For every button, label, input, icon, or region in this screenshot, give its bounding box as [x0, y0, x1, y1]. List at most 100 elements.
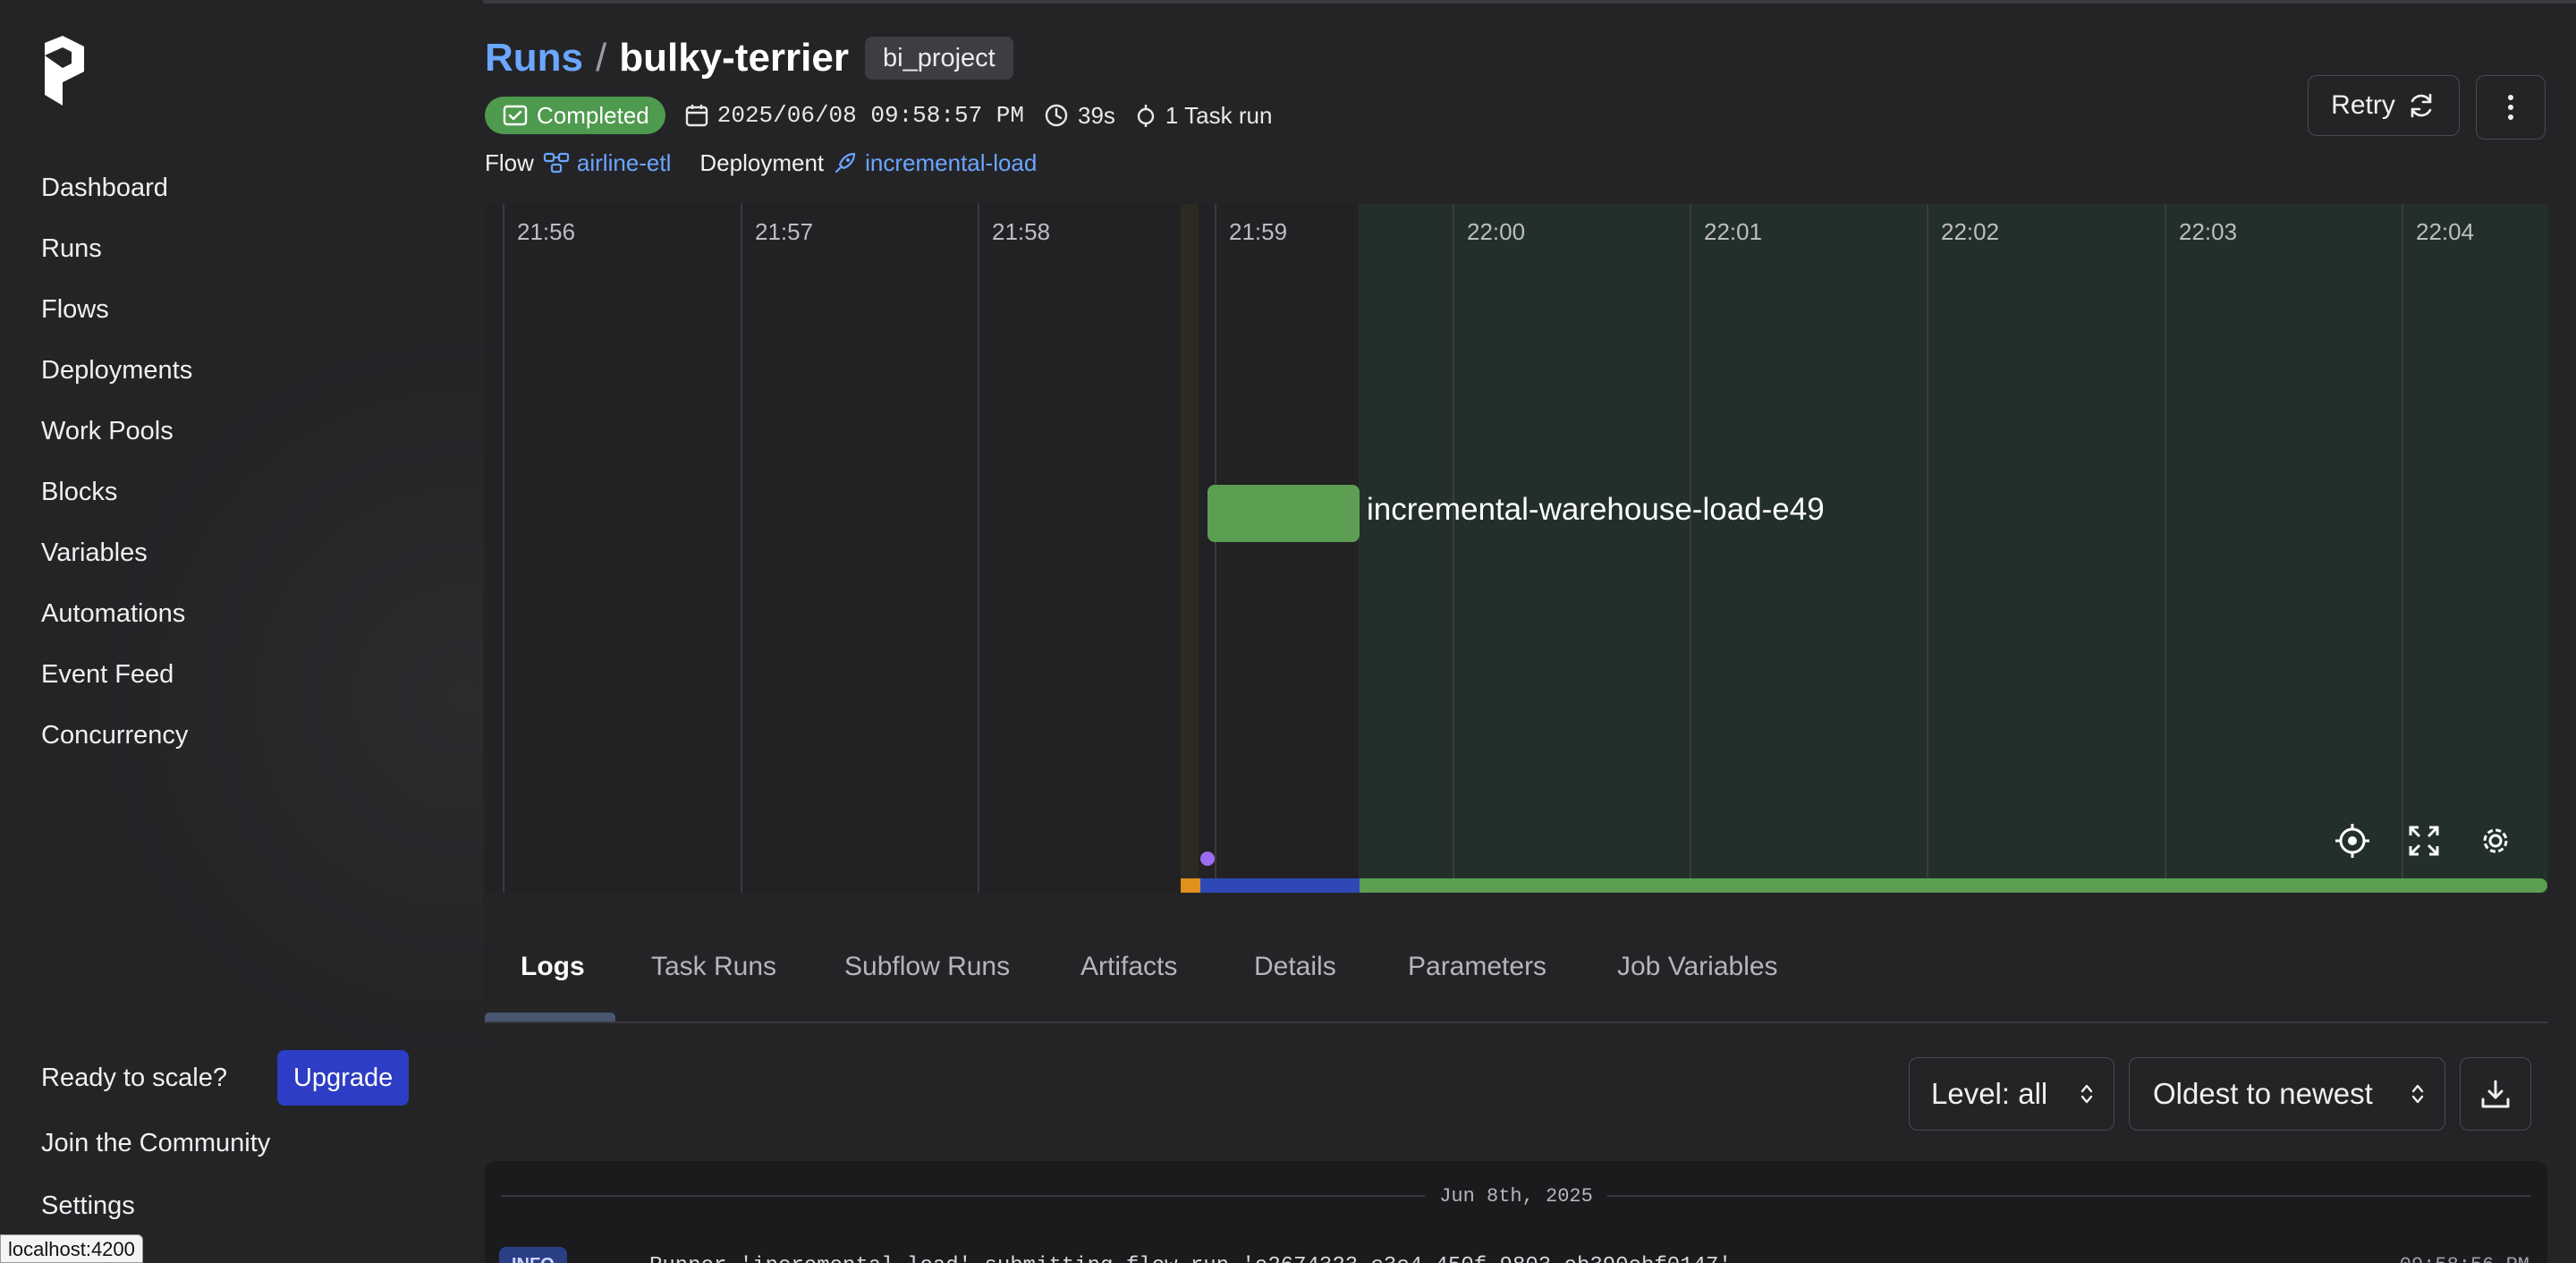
status-badge-label: Completed — [537, 101, 649, 129]
run-tag: bi_project — [865, 37, 1013, 80]
chevron-updown-icon — [2080, 1084, 2093, 1104]
run-tabs: Logs Task Runs Subflow Runs Artifacts De… — [485, 930, 2547, 1023]
sidebar-item-settings[interactable]: Settings — [41, 1191, 135, 1221]
active-tab-indicator — [485, 1013, 615, 1021]
tab-task-runs[interactable]: Task Runs — [651, 952, 776, 982]
sidebar-item-runs[interactable]: Runs — [41, 227, 192, 288]
expand-icon — [2409, 826, 2439, 856]
task-run-count-value: 1 Task run — [1165, 101, 1273, 129]
sidebar-item-flows[interactable]: Flows — [41, 288, 192, 349]
ready-to-scale-text: Ready to scale? — [41, 1063, 227, 1092]
task-run-count: 1 Task run — [1135, 102, 1272, 130]
upgrade-button[interactable]: Upgrade — [276, 1050, 410, 1106]
sidebar-item-variables[interactable]: Variables — [41, 531, 192, 592]
run-meta-row: Completed 2025/06/08 09:58:57 PM 39s 1 T… — [485, 97, 1272, 134]
event-marker[interactable] — [1200, 852, 1215, 866]
log-entry: INFO Runner 'incremental-load' submittin… — [499, 1247, 2529, 1263]
timeline-tick-label: 21:59 — [1229, 218, 1288, 245]
log-timestamp: 09:58:56 PM — [2400, 1254, 2529, 1263]
sidebar-item-event-feed[interactable]: Event Feed — [41, 653, 192, 714]
flow-name: airline-etl — [576, 148, 672, 176]
timeline-gridline — [1927, 204, 1928, 893]
download-icon — [2481, 1080, 2510, 1108]
more-actions-button[interactable] — [2476, 75, 2546, 140]
state-strip-pending — [1181, 878, 1200, 893]
tab-details[interactable]: Details — [1254, 952, 1336, 982]
sidebar: Dashboard Runs Flows Deployments Work Po… — [0, 0, 483, 1263]
run-duration-value: 39s — [1078, 101, 1115, 129]
sidebar-item-dashboard[interactable]: Dashboard — [41, 166, 192, 227]
tab-logs[interactable]: Logs — [521, 952, 585, 982]
tab-artifacts[interactable]: Artifacts — [1080, 952, 1177, 982]
run-timeline[interactable]: 21:56 21:57 21:58 21:59 22:00 22:01 22:0… — [485, 204, 2547, 893]
timeline-tick-label: 22:03 — [2179, 218, 2238, 245]
sidebar-item-work-pools[interactable]: Work Pools — [41, 410, 192, 470]
status-bar-url: localhost:4200 — [0, 1234, 143, 1263]
calendar-icon — [685, 105, 708, 127]
download-logs-button[interactable] — [2460, 1057, 2531, 1131]
status-badge: Completed — [485, 97, 665, 134]
join-community-link[interactable]: Join the Community — [41, 1129, 270, 1158]
timeline-gridline — [741, 204, 742, 893]
page-title: bulky-terrier — [619, 36, 849, 80]
timeline-gridline — [1453, 204, 1454, 893]
timeline-pending-zone — [1181, 204, 1199, 893]
timeline-tick-label: 22:02 — [1941, 218, 2000, 245]
recenter-button[interactable] — [2333, 821, 2372, 860]
log-order-select-value: Oldest to newest — [2153, 1077, 2373, 1110]
page-title-row: Runs / bulky-terrier bi_project — [485, 34, 1013, 82]
sidebar-item-automations[interactable]: Automations — [41, 592, 192, 653]
retry-button-label: Retry — [2331, 90, 2395, 120]
check-square-icon — [503, 105, 528, 126]
upgrade-prompt: Ready to scale? Upgrade — [41, 1050, 410, 1106]
log-level-badge: INFO — [499, 1247, 567, 1263]
timeline-tick-label: 22:00 — [1467, 218, 1526, 245]
task-run-icon — [1137, 105, 1155, 127]
gear-icon — [2483, 828, 2508, 853]
timeline-settings-button[interactable] — [2476, 821, 2515, 860]
breadcrumb-runs-link[interactable]: Runs — [485, 36, 583, 81]
breadcrumb-separator: / — [596, 36, 607, 80]
tab-subflow-runs[interactable]: Subflow Runs — [844, 952, 1010, 982]
log-panel[interactable]: Jun 8th, 2025 INFO Runner 'incremental-l… — [485, 1161, 2547, 1263]
timeline-tick-label: 21:57 — [755, 218, 814, 245]
log-date-label: Jun 8th, 2025 — [1439, 1184, 1593, 1208]
retry-button[interactable]: Retry — [2308, 75, 2460, 136]
log-level-select[interactable]: Level: all — [1909, 1057, 2114, 1131]
log-message: Runner 'incremental-load' submitting flo… — [649, 1254, 1732, 1263]
prefect-logo-icon[interactable] — [41, 36, 88, 106]
timeline-tick-label: 22:04 — [2416, 218, 2475, 245]
refresh-icon — [2411, 93, 2432, 118]
tab-job-variables[interactable]: Job Variables — [1617, 952, 1778, 982]
tab-parameters[interactable]: Parameters — [1408, 952, 1546, 982]
state-strip-running — [1200, 878, 1360, 893]
deployment-name: incremental-load — [865, 148, 1038, 176]
run-duration: 39s — [1044, 102, 1115, 130]
kebab-menu-icon — [2508, 95, 2513, 120]
clock-icon — [1045, 104, 1068, 127]
sidebar-item-concurrency[interactable]: Concurrency — [41, 714, 192, 775]
flow-icon — [543, 152, 570, 174]
sidebar-item-blocks[interactable]: Blocks — [41, 470, 192, 531]
timeline-gridline — [1215, 204, 1216, 893]
timeline-tick-label: 21:58 — [992, 218, 1051, 245]
divider-line — [501, 1195, 1426, 1197]
timeline-gridline — [503, 204, 504, 893]
deployment-link[interactable]: incremental-load — [833, 149, 1037, 177]
timeline-tick-label: 22:01 — [1704, 218, 1763, 245]
run-start-time-value: 2025/06/08 09:58:57 PM — [716, 102, 1024, 129]
flow-link[interactable]: airline-etl — [543, 148, 672, 177]
timeline-gridline — [2165, 204, 2166, 893]
chevron-updown-icon — [2411, 1084, 2424, 1104]
timeline-tick-label: 21:56 — [517, 218, 576, 245]
task-run-label[interactable]: incremental-warehouse-load-e49 — [1367, 492, 1825, 528]
flow-deployment-row: Flow airline-etl Deployment incremental-… — [485, 147, 1037, 179]
sidebar-nav: Dashboard Runs Flows Deployments Work Po… — [41, 166, 192, 775]
divider-line — [1606, 1195, 2532, 1197]
sidebar-item-deployments[interactable]: Deployments — [41, 349, 192, 410]
log-order-select[interactable]: Oldest to newest — [2129, 1057, 2445, 1131]
task-run-bar[interactable] — [1208, 485, 1360, 542]
fullscreen-button[interactable] — [2404, 821, 2444, 860]
timeline-gridline — [1690, 204, 1691, 893]
crosshair-icon — [2335, 824, 2369, 858]
